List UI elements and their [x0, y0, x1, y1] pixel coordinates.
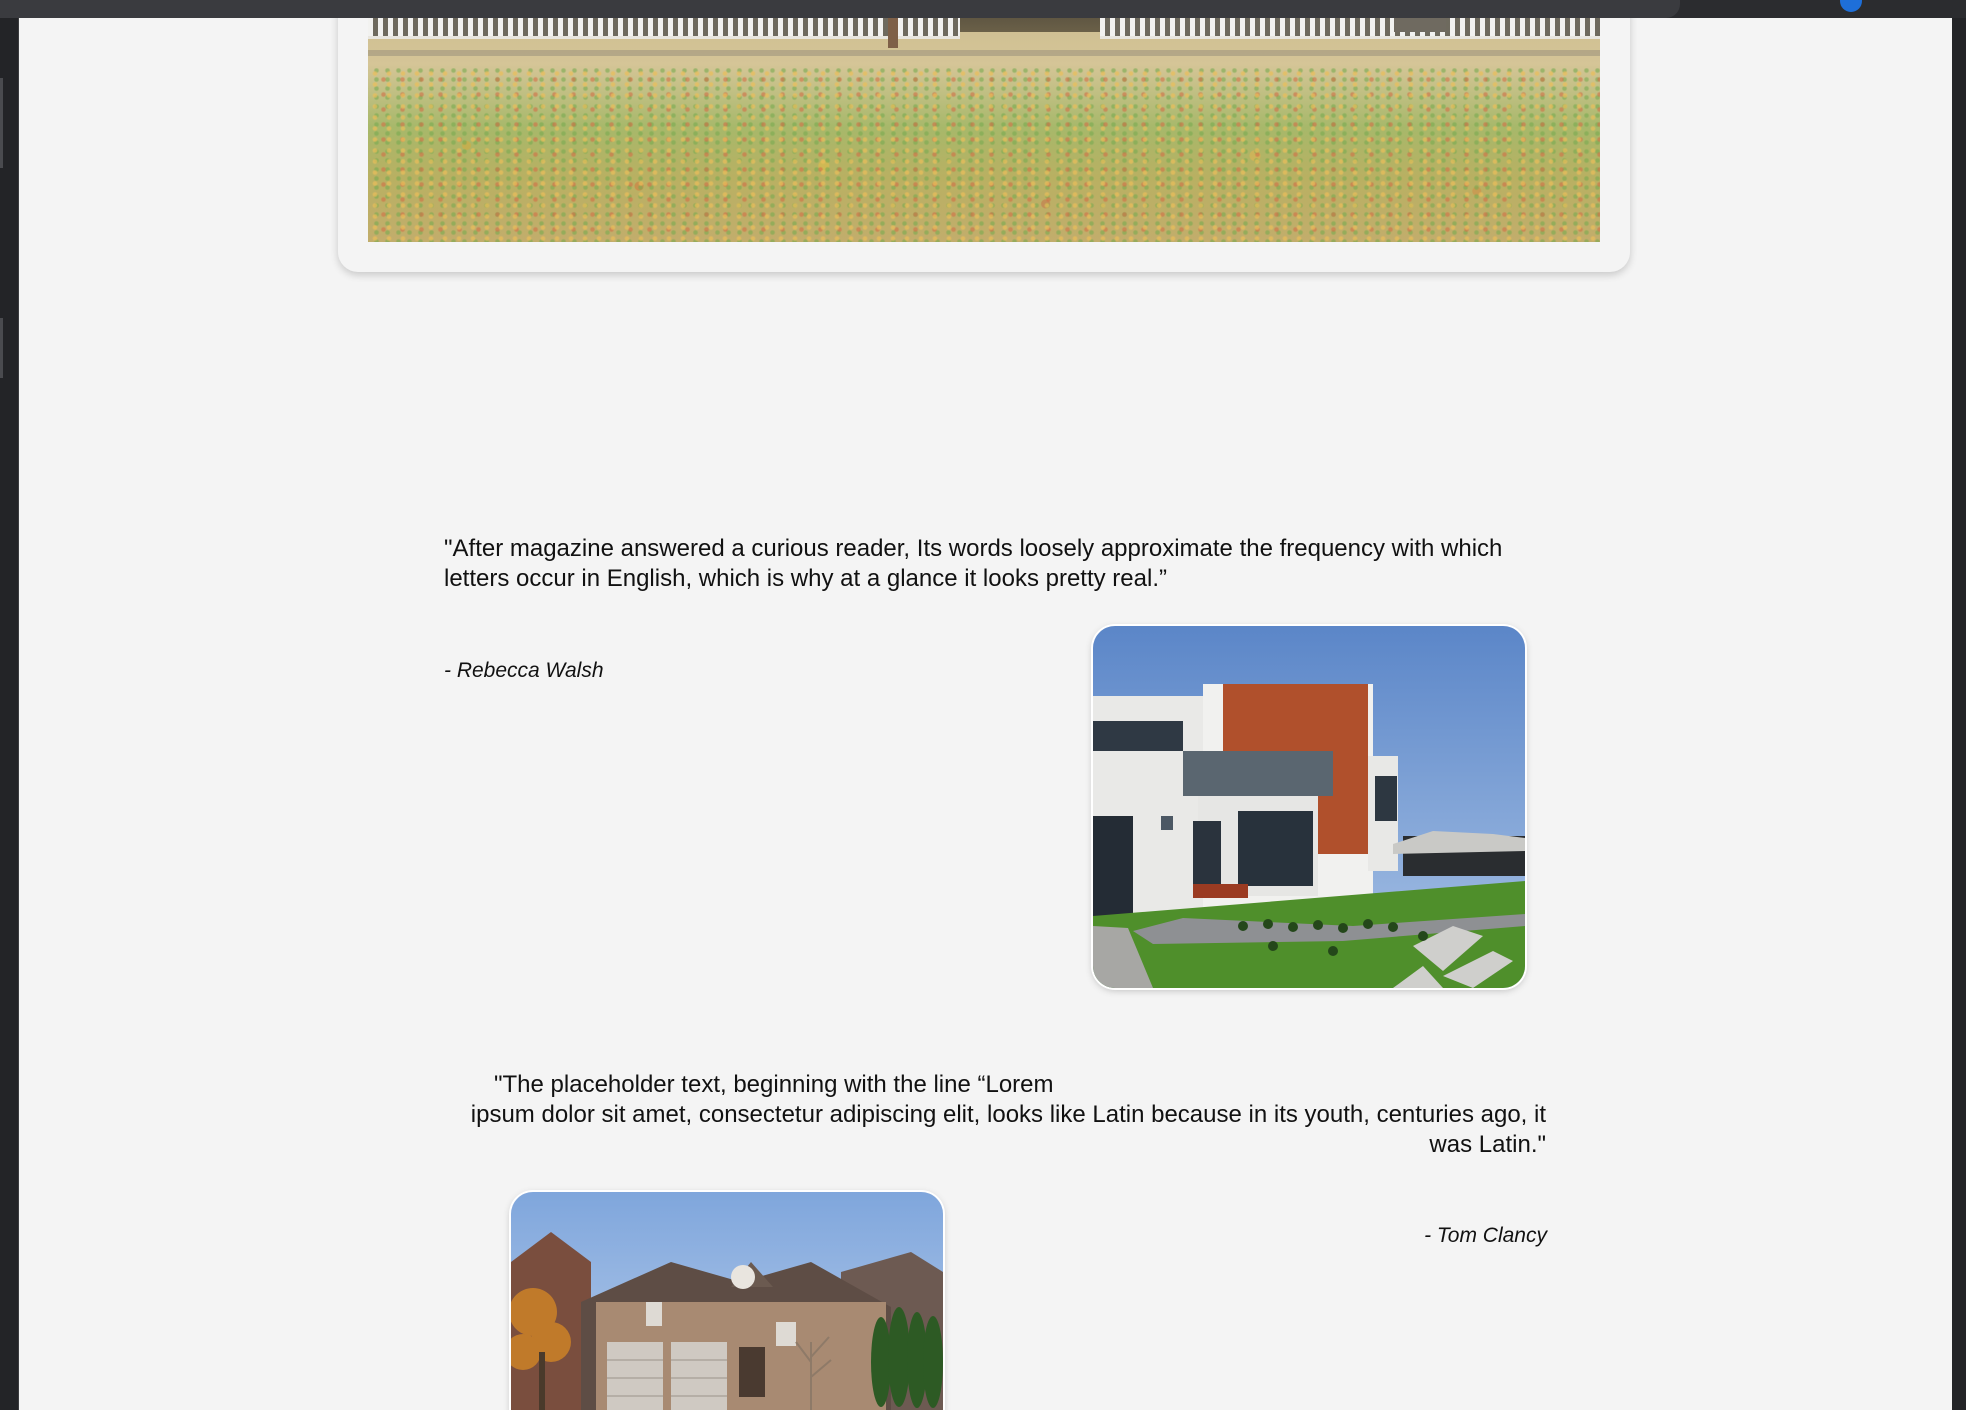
browser-top-bar — [0, 0, 1966, 18]
left-window-edge — [0, 18, 19, 1410]
testimonial-author: - Rebecca Walsh — [444, 659, 604, 682]
hero-card — [338, 18, 1630, 272]
testimonial-quote: "After magazine answered a curious reade… — [444, 535, 1503, 592]
brick-house-photo — [511, 1192, 943, 1410]
sidewalk-edge — [368, 50, 1600, 56]
tree-trunk — [1394, 18, 1446, 32]
scrollbar[interactable] — [1952, 18, 1966, 1410]
modern-house-photo — [1093, 626, 1525, 988]
autumn-lawn-photo — [368, 18, 1600, 242]
testimonial-quote: "The placeholder text, beginning with th… — [444, 1070, 1546, 1160]
page-viewport: "After magazine answered a curious reade… — [19, 18, 1952, 1410]
testimonial-quote-line-1: "The placeholder text, beginning with th… — [494, 1071, 1054, 1098]
fence-post — [888, 18, 898, 48]
picket-fence-left — [368, 18, 960, 39]
profile-avatar-icon[interactable] — [1840, 0, 1862, 12]
driveway-gap — [960, 18, 1100, 32]
testimonial-quote-line-2: ipsum dolor sit amet, consectetur adipis… — [470, 1101, 1546, 1158]
fallen-leaves — [368, 68, 1600, 242]
testimonial-author: - Tom Clancy — [1424, 1224, 1547, 1247]
picket-fence-right — [1100, 18, 1600, 39]
browser-tab-strip — [0, 0, 1680, 18]
